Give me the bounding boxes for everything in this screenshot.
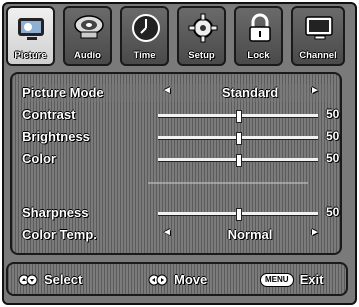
sharpness-slider[interactable] xyxy=(158,208,318,221)
left-arrow-icon[interactable]: ◄ xyxy=(162,227,172,238)
clock-icon xyxy=(132,14,160,42)
right-arrow-icon[interactable]: ► xyxy=(310,227,320,238)
monitor-icon xyxy=(305,16,333,40)
left-arrow-icon[interactable]: ◄ xyxy=(162,85,172,96)
tab-channel[interactable]: Channel xyxy=(291,6,345,66)
color-value: 50 xyxy=(326,151,340,165)
gear-icon xyxy=(188,13,218,43)
color-slider-thumb[interactable] xyxy=(236,154,242,167)
select-hint: Select xyxy=(18,272,82,287)
tab-label: Channel xyxy=(299,50,337,61)
contrast-slider[interactable] xyxy=(158,110,318,123)
tab-time[interactable]: Time xyxy=(120,6,169,66)
tab-lock[interactable]: Lock xyxy=(234,6,283,66)
sharpness-value: 50 xyxy=(326,205,340,219)
contrast-label: Contrast xyxy=(22,107,76,122)
speaker-icon xyxy=(74,15,104,39)
brightness-slider-thumb[interactable] xyxy=(236,132,242,145)
lock-icon xyxy=(249,13,271,42)
color-temp-value: Normal xyxy=(227,227,273,242)
footer-hints: Select Move MENU Exit xyxy=(6,262,348,296)
disabled-slider-track xyxy=(148,182,308,184)
move-label: Move xyxy=(174,272,208,287)
tab-label: Time xyxy=(133,50,156,61)
brightness-slider[interactable] xyxy=(158,132,318,145)
tab-label: Lock xyxy=(247,50,270,61)
color-row[interactable]: Color 50 xyxy=(22,150,339,168)
picture-settings-panel: Picture Mode ◄ Standard ► Contrast 50 Br… xyxy=(10,72,342,255)
up-down-buttons-icon xyxy=(18,274,38,285)
color-temp-row[interactable]: Color Temp. ◄ Normal ► xyxy=(22,226,332,244)
tab-setup[interactable]: Setup xyxy=(177,6,226,66)
tab-label: Setup xyxy=(188,50,215,61)
picture-mode-row[interactable]: Picture Mode ◄ Standard ► xyxy=(22,84,332,102)
color-temp-label: Color Temp. xyxy=(22,227,97,242)
exit-hint: MENU Exit xyxy=(260,272,323,287)
right-arrow-icon[interactable]: ► xyxy=(310,85,320,96)
sharpness-row[interactable]: Sharpness 50 xyxy=(22,204,339,222)
left-right-buttons-icon xyxy=(148,274,168,285)
contrast-value: 50 xyxy=(326,107,340,121)
contrast-slider-thumb[interactable] xyxy=(236,110,242,123)
tab-audio[interactable]: Audio xyxy=(63,6,112,66)
sharpness-label: Sharpness xyxy=(22,205,89,220)
sharpness-slider-thumb[interactable] xyxy=(236,208,242,221)
brightness-value: 50 xyxy=(326,129,340,143)
picture-mode-label: Picture Mode xyxy=(22,85,104,100)
exit-label: Exit xyxy=(299,272,324,287)
tab-label: Picture xyxy=(14,50,47,61)
brightness-label: Brightness xyxy=(22,129,90,144)
menu-tabs: Picture Audio Time Setup Lock Channel xyxy=(6,6,348,70)
picture-mode-value: Standard xyxy=(221,85,279,100)
color-label: Color xyxy=(22,151,56,166)
move-hint: Move xyxy=(148,272,207,287)
picture-icon xyxy=(18,18,44,40)
color-slider[interactable] xyxy=(158,154,318,167)
select-label: Select xyxy=(44,272,83,287)
menu-button-icon: MENU xyxy=(260,272,294,287)
brightness-row[interactable]: Brightness 50 xyxy=(22,128,339,146)
tab-label: Audio xyxy=(74,50,101,61)
contrast-row[interactable]: Contrast 50 xyxy=(22,106,339,124)
tab-picture[interactable]: Picture xyxy=(6,6,55,66)
